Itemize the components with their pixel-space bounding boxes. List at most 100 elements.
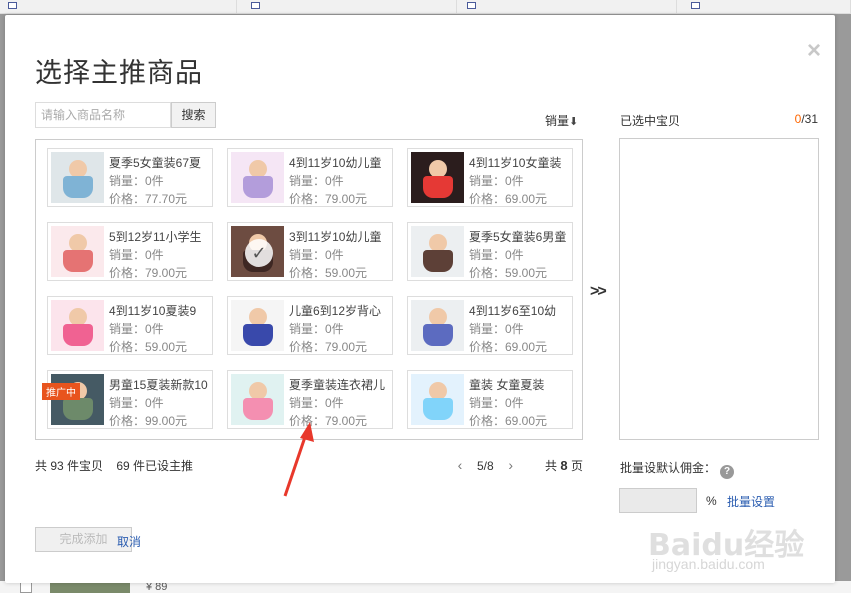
product-card[interactable]: 5到12岁11小学生 销量：0件 价格：79.00元: [47, 222, 213, 281]
help-icon[interactable]: ?: [720, 465, 735, 479]
thumbnail-figure-outfit: [63, 176, 93, 198]
background-cell: [457, 0, 677, 14]
product-price: 价格：69.00元: [469, 340, 548, 354]
product-card[interactable]: 儿童6到12岁背心 销量：0件价格：79.00元: [227, 296, 393, 355]
product-thumbnail: [411, 152, 464, 203]
product-search-input[interactable]: [35, 102, 171, 128]
product-name: 4到11岁10幼儿童: [289, 156, 382, 170]
thumbnail-figure-outfit: [63, 250, 93, 272]
background-row-checkbox: [20, 582, 32, 593]
product-name: 童装 女童夏装: [469, 378, 545, 392]
product-sales: 销量：0件: [289, 322, 344, 336]
select-main-products-dialog: × 选择主推商品 搜索 销量⬇ 夏季5女童装67夏销量：0件价格：77.70元4…: [5, 15, 835, 583]
product-thumbnail: [51, 226, 104, 277]
product-card[interactable]: 童装 女童夏装 销量：0件 价格：69.00元: [407, 370, 573, 429]
product-grid: 夏季5女童装67夏 销量：0件 价格：77.70元 4到11岁10幼儿童 销量：0件 价格…: [35, 139, 583, 440]
background-cell: [237, 0, 457, 14]
product-card[interactable]: 4到11岁10女童装 销量：0件价格：69.00元: [407, 148, 573, 207]
commission-input[interactable]: [619, 488, 697, 513]
close-icon[interactable]: ×: [807, 39, 821, 63]
thumbnail-figure-outfit: [243, 176, 273, 198]
batch-set-link[interactable]: 批量设置: [727, 493, 775, 510]
pagination: ‹ 5/8 ›: [453, 457, 518, 473]
selected-items-count: 0/31: [795, 112, 818, 126]
product-thumbnail: [231, 300, 284, 351]
sort-label: 销量: [545, 114, 570, 128]
page-indicator: 5/8: [477, 459, 494, 473]
annotation-arrow-shaft: [283, 433, 308, 497]
product-card[interactable]: 夏季5女童装6男童 销量：0件 价格：59.00元: [407, 222, 573, 281]
product-card[interactable]: 男童15夏装新款10 销量：0件 价格：99.00元 推广中: [42, 370, 213, 429]
add-to-selected-arrow-icon[interactable]: >>: [590, 283, 607, 301]
product-thumbnail: [51, 300, 104, 351]
product-sales: 销量：0件: [109, 322, 164, 336]
annotation-arrow-icon: [283, 422, 314, 497]
product-thumbnail: [411, 300, 464, 351]
selected-check-icon: ✓: [245, 239, 273, 267]
thumbnail-figure-outfit: [63, 324, 93, 346]
product-card[interactable]: 4到11岁6至10幼 销量：0件 价格：69.00元: [407, 296, 573, 355]
thumbnail-figure-outfit: [63, 398, 93, 420]
product-name: 4到11岁6至10幼: [469, 304, 557, 318]
sort-by-sales[interactable]: 销量⬇: [545, 112, 578, 129]
product-thumbnail: ✓: [231, 226, 284, 277]
product-price: 价格：99.00元: [109, 414, 188, 428]
total-pages-suffix: 页: [570, 459, 583, 473]
product-price: 价格：59.00元: [289, 266, 368, 280]
product-thumbnail: [231, 152, 284, 203]
product-name: 儿童6到12岁背心: [289, 304, 382, 318]
product-price: 价格：79.00元: [289, 192, 368, 206]
product-card[interactable]: 4到11岁10夏装9 销量：0件 价格：59.00元: [47, 296, 213, 355]
thumbnail-figure-outfit: [243, 398, 273, 420]
cancel-link[interactable]: 取消: [117, 533, 141, 550]
thumbnail-figure-outfit: [423, 324, 453, 346]
sort-down-arrow-icon: ⬇: [569, 116, 579, 128]
product-thumbnail: [411, 226, 464, 277]
product-card[interactable]: 夏季5女童装67夏 销量：0件价格：77.70元: [47, 148, 213, 207]
product-price: 价格：79.00元: [109, 266, 188, 280]
product-sales: 销量：0件: [469, 396, 524, 410]
total-pages-number: 8: [560, 458, 568, 473]
product-price: 价格：59.00元: [109, 340, 188, 354]
product-sales: 销量：0件: [109, 174, 164, 188]
batch-commission-label: 批量设默认佣金：?: [620, 459, 735, 479]
selected-items-label: 已选中宝贝: [620, 114, 681, 128]
product-sales: 销量：0件: [289, 174, 344, 188]
product-sales: 销量：0件: [469, 174, 524, 188]
product-card[interactable]: 4到11岁10幼儿童 销量：0件价格：79.00元: [227, 148, 393, 207]
background-checkbox: [251, 2, 260, 9]
product-name: 夏季5女童装67夏: [109, 156, 202, 170]
background-checkbox: [8, 2, 17, 9]
background-table-header: [0, 0, 851, 14]
product-price: 价格：59.00元: [469, 266, 548, 280]
thumbnail-figure-outfit: [423, 398, 453, 420]
product-price: 价格：79.00元: [289, 340, 368, 354]
total-pages-prefix: 共: [545, 459, 558, 473]
product-name: 夏季5女童装6男童: [469, 230, 567, 244]
product-card[interactable]: ✓ 3到11岁10幼儿童 销量：0件 价格：59.00元: [227, 222, 393, 281]
product-name: 4到11岁10女童装: [469, 156, 562, 170]
watermark-url: jingyan.baidu.com: [652, 556, 765, 572]
next-page-icon[interactable]: ›: [504, 457, 518, 473]
product-total-summary: 共 93 件宝贝 69 件已设主推: [35, 459, 194, 473]
product-price: 价格：69.00元: [469, 192, 548, 206]
product-thumbnail: [51, 152, 104, 203]
background-cell: [677, 0, 851, 14]
search-button[interactable]: 搜索: [171, 102, 216, 128]
product-name: 夏季童装连衣裙儿: [289, 378, 386, 392]
background-checkbox: [467, 2, 476, 9]
product-sales: 销量：0件: [109, 396, 164, 410]
thumbnail-figure-outfit: [423, 250, 453, 272]
total-pages: 共 8 页: [545, 457, 583, 474]
product-name: 男童15夏装新款10: [109, 378, 208, 392]
batch-commission-text: 批量设默认佣金：: [620, 461, 717, 475]
selected-items-list[interactable]: [619, 138, 819, 440]
product-thumbnail: [411, 374, 464, 425]
product-price: 价格：77.70元: [109, 192, 188, 206]
background-checkbox: [691, 2, 700, 9]
thumbnail-figure-outfit: [423, 176, 453, 198]
prev-page-icon[interactable]: ‹: [453, 457, 467, 473]
annotation-arrow-head: [300, 422, 314, 442]
product-sales: 销量：0件: [289, 396, 344, 410]
product-name: 5到12岁11小学生: [109, 230, 202, 244]
